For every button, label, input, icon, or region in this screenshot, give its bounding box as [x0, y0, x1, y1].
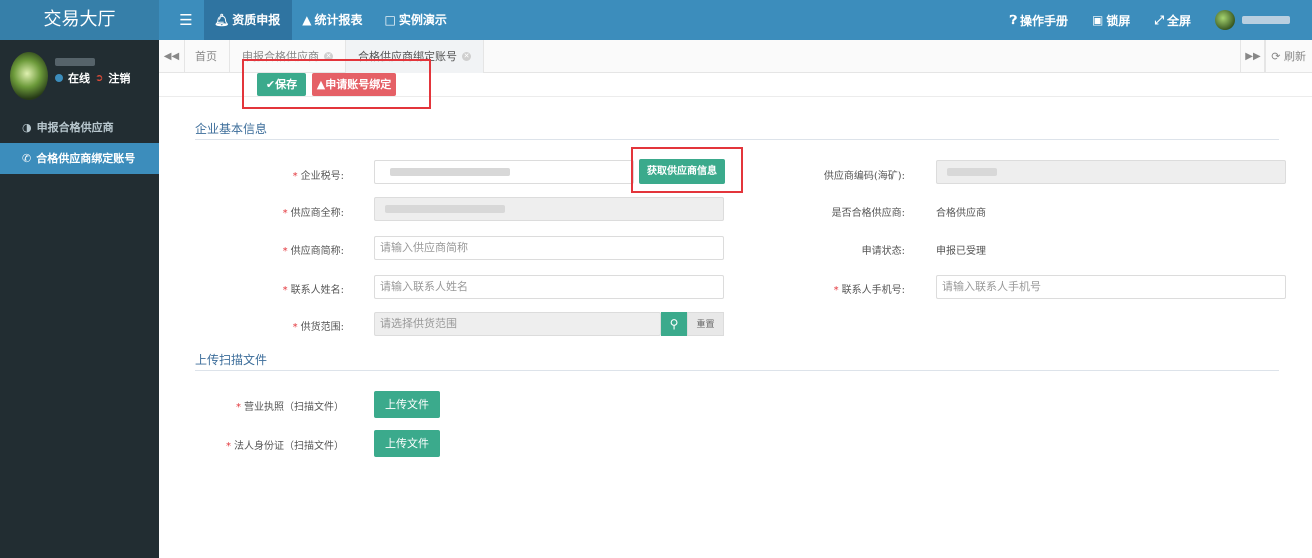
is-qualified-label: 是否合格供应商:: [831, 208, 905, 219]
legal-id-label: * 法人身份证（扫描文件）: [226, 441, 344, 452]
sidebar-item-bind-account[interactable]: ✆ 合格供应商绑定账号: [0, 143, 159, 174]
tab-home[interactable]: 首页: [183, 40, 230, 73]
close-icon[interactable]: ✕: [462, 52, 471, 61]
lock-icon: ▣: [1092, 13, 1104, 27]
supply-scope-input[interactable]: 请选择供货范围: [374, 312, 661, 336]
redacted-value: [390, 168, 510, 176]
nav-item-qualification[interactable]: 🔔︎ 资质申报: [204, 0, 293, 40]
top-right-menu: ❓︎ 操作手册 ▣ 锁屏 ⤢ 全屏: [998, 0, 1312, 40]
section-title-basic: 企业基本信息: [195, 122, 268, 136]
supplier-code-input[interactable]: [936, 160, 1286, 184]
avatar: [10, 52, 48, 100]
logout-icon[interactable]: ➲: [95, 73, 103, 84]
nav-item-demo[interactable]: □ 实例演示: [375, 0, 459, 40]
expand-icon: ⤢: [1154, 12, 1164, 27]
avatar: [1215, 10, 1235, 30]
highlight-box: [631, 147, 743, 193]
manual-link[interactable]: ❓︎ 操作手册: [998, 12, 1080, 29]
business-license-label: * 营业执照（扫描文件）: [236, 402, 344, 413]
full-name-input[interactable]: [374, 197, 724, 221]
tax-no-label: * 企业税号:: [292, 171, 344, 182]
redacted-value: [947, 168, 997, 176]
contact-name-input[interactable]: 请输入联系人姓名: [374, 275, 724, 299]
fullscreen-link[interactable]: ⤢ 全屏: [1142, 12, 1203, 29]
nav-item-statistics[interactable]: ▲ 统计报表: [292, 0, 374, 40]
menu-toggle-icon[interactable]: ☰: [170, 0, 202, 40]
half-circle-icon: ◑: [22, 121, 32, 134]
short-name-label: * 供应商简称:: [282, 246, 344, 257]
phone-icon: ✆: [22, 152, 32, 165]
upload-license-button[interactable]: 上传文件: [374, 391, 440, 418]
contact-name-label: * 联系人姓名:: [282, 285, 344, 296]
apply-status-label: 申请状态:: [861, 246, 905, 257]
top-navbar: 交易大厅 ☰ 🔔︎ 资质申报 ▲ 统计报表 □ 实例演示 ❓︎ 操作手册 ▣ 锁…: [0, 0, 1312, 40]
search-button[interactable]: ⚲: [661, 312, 687, 336]
question-icon: ❓︎: [1009, 12, 1017, 27]
highlight-box: [242, 59, 431, 109]
tabs-scroll-right-icon[interactable]: ▶▶: [1240, 40, 1266, 73]
lock-screen-link[interactable]: ▣ 锁屏: [1080, 12, 1142, 29]
supply-scope-label: * 供货范围:: [292, 322, 344, 333]
reset-scope-button[interactable]: 重置: [687, 312, 724, 336]
short-name-input[interactable]: 请输入供应商简称: [374, 236, 724, 260]
brand-title[interactable]: 交易大厅: [0, 0, 159, 40]
username-redacted: [1242, 16, 1290, 24]
contact-phone-input[interactable]: 请输入联系人手机号: [936, 275, 1286, 299]
user-status: 在线 ➲ 注销: [55, 70, 130, 86]
online-dot-icon: [55, 74, 63, 82]
top-nav: 🔔︎ 资质申报 ▲ 统计报表 □ 实例演示: [204, 0, 459, 40]
area-chart-icon: ▲: [302, 13, 312, 27]
full-name-label: * 供应商全称:: [282, 208, 344, 219]
username-redacted: [55, 58, 95, 66]
upload-id-button[interactable]: 上传文件: [374, 430, 440, 457]
sidebar-user-panel: 在线 ➲ 注销: [10, 52, 150, 102]
apply-status-value: 申报已受理: [936, 246, 986, 257]
logout-link[interactable]: 注销: [108, 70, 130, 86]
section-divider: [195, 370, 1279, 371]
sidebar: 在线 ➲ 注销 ◑ 申报合格供应商 ✆ 合格供应商绑定账号: [0, 40, 159, 558]
monitor-icon: □: [384, 13, 396, 27]
sidebar-item-apply-supplier[interactable]: ◑ 申报合格供应商: [0, 112, 159, 143]
bell-icon: 🔔︎: [214, 13, 230, 27]
refresh-icon: ⟳: [1271, 50, 1281, 63]
section-divider: [195, 139, 1279, 140]
redacted-value: [385, 205, 505, 213]
section-title-upload: 上传扫描文件: [195, 353, 268, 367]
tabs-scroll-left-icon[interactable]: ◀◀: [159, 40, 185, 73]
contact-phone-label: * 联系人手机号:: [833, 285, 905, 296]
search-icon: ⚲: [669, 317, 679, 331]
user-menu[interactable]: [1203, 10, 1312, 30]
tax-no-input[interactable]: [374, 160, 634, 184]
refresh-button[interactable]: ⟳ 刷新: [1264, 40, 1312, 73]
supplier-code-label: 供应商编码(海矿):: [823, 171, 905, 182]
is-qualified-value: 合格供应商: [936, 208, 986, 219]
